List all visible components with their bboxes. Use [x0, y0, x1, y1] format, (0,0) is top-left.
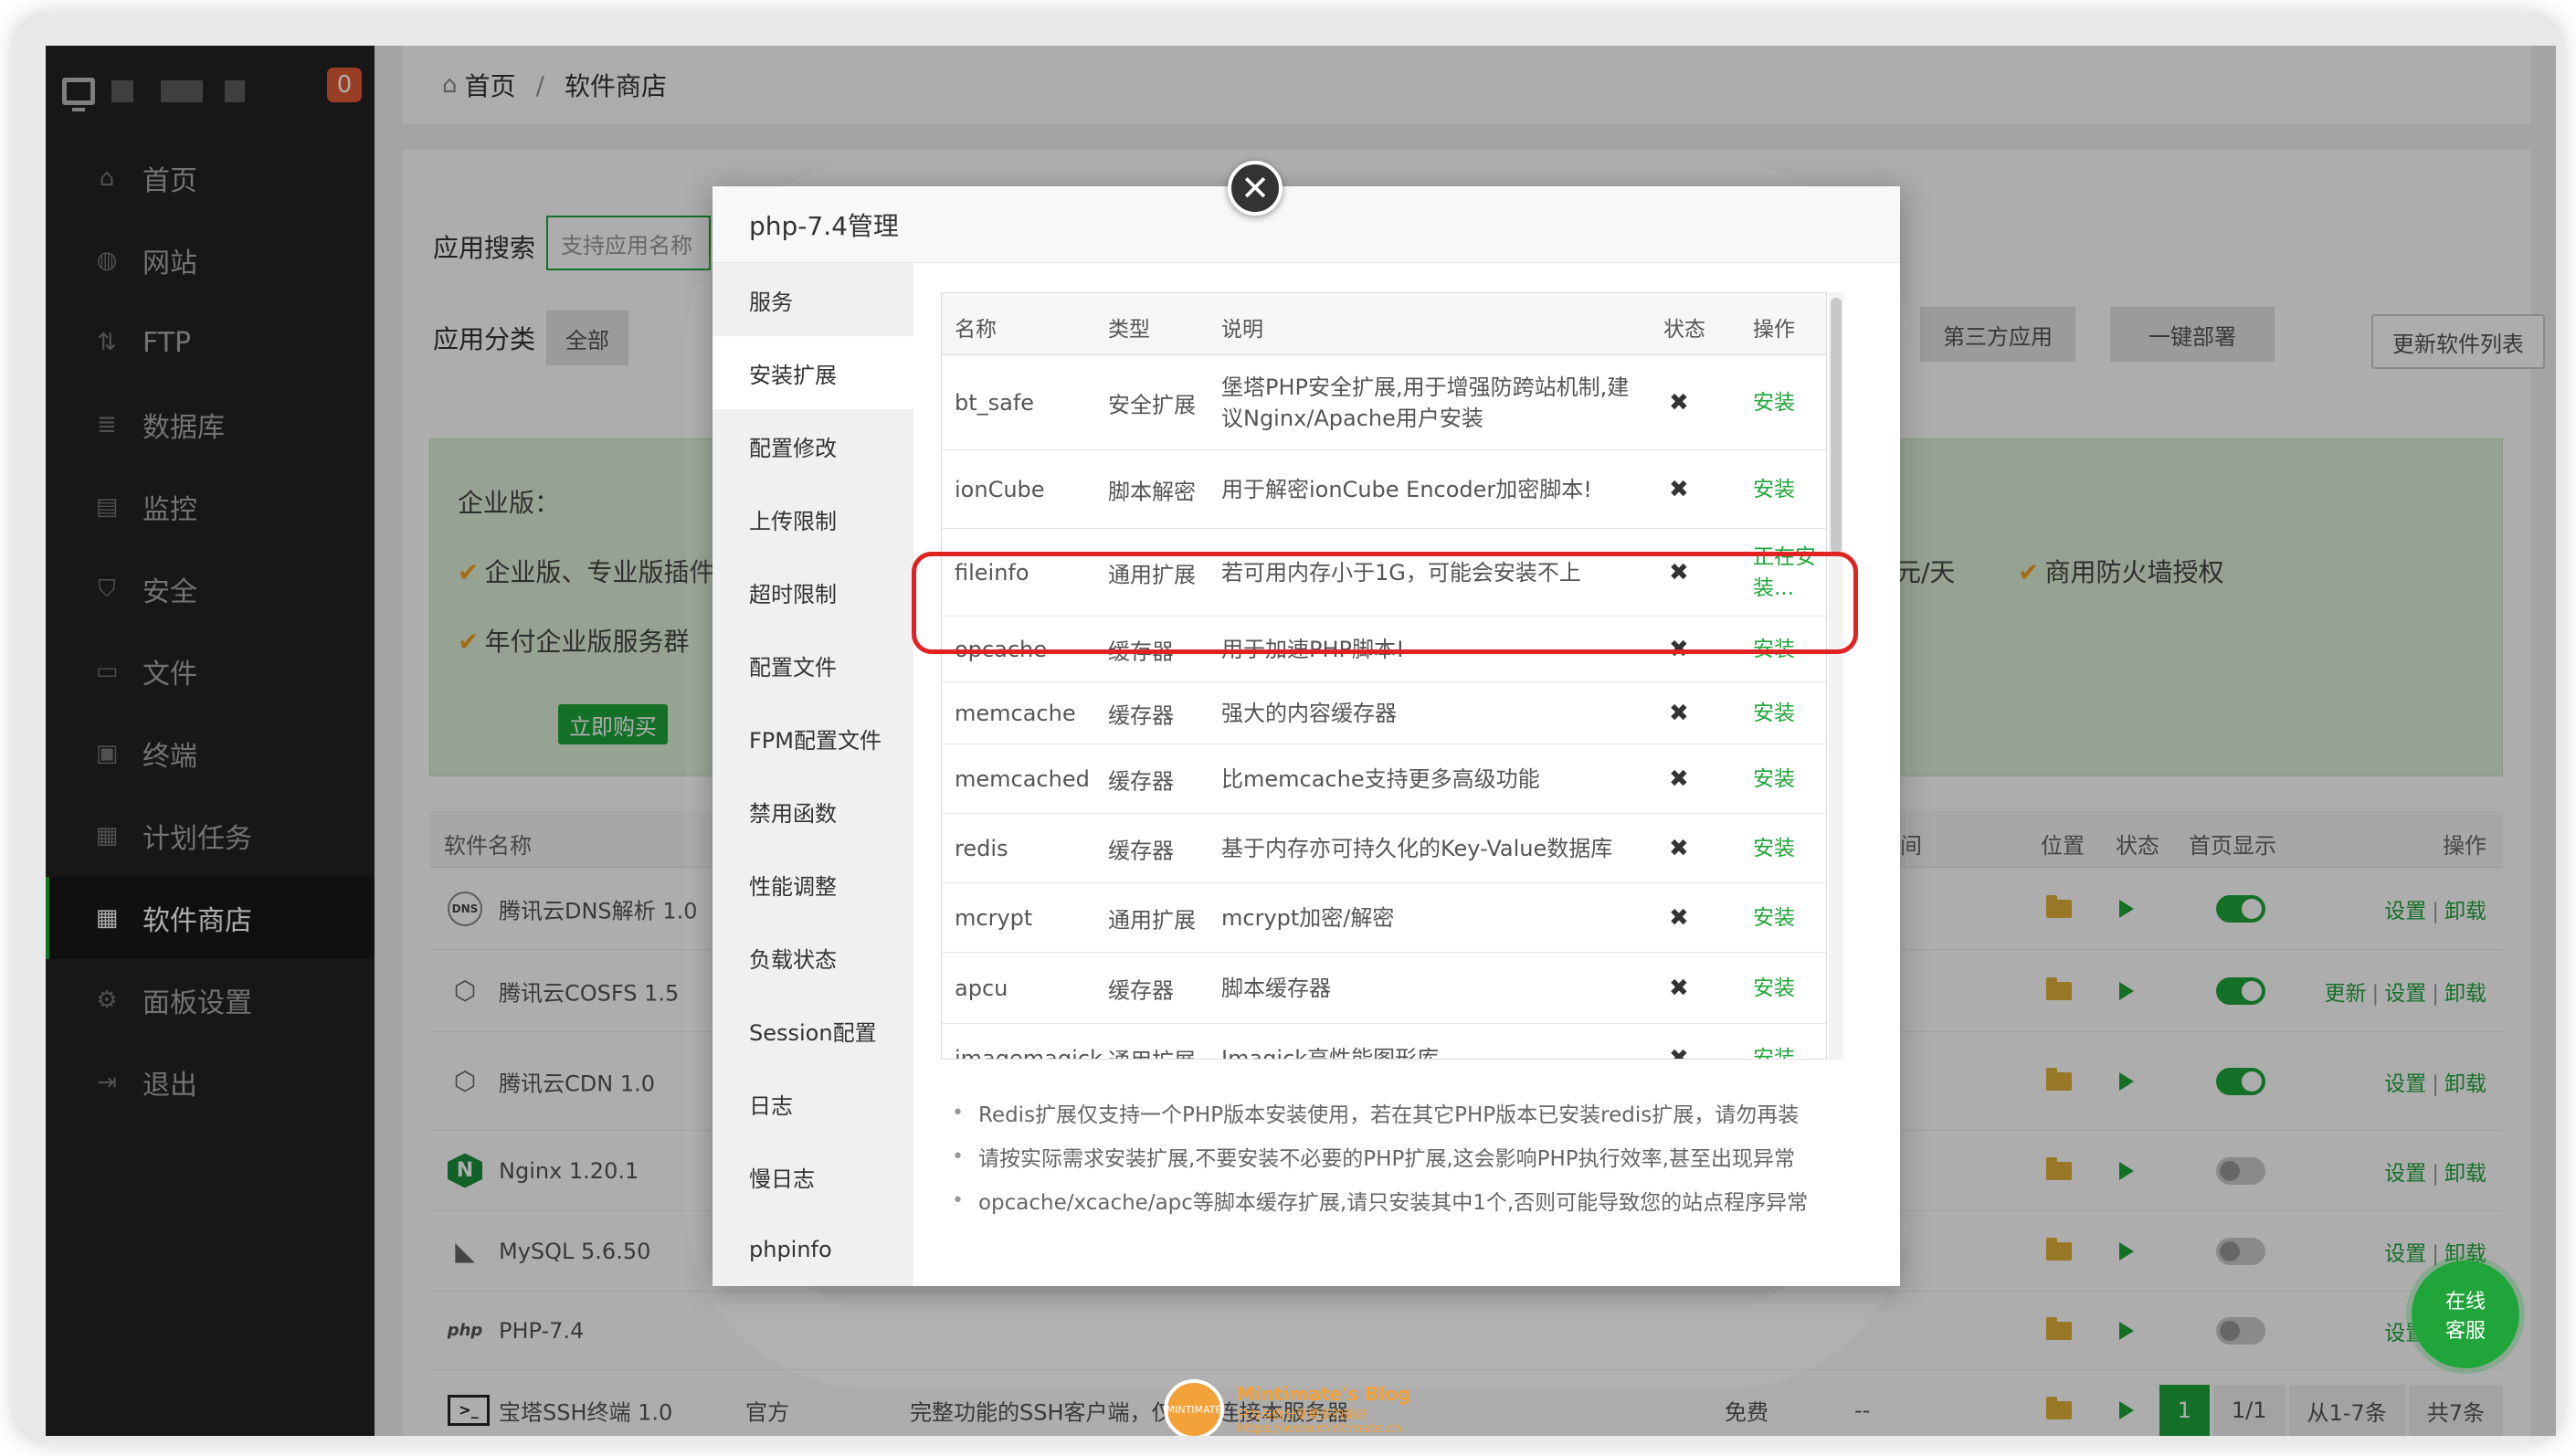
extension-name: memcached [955, 765, 1090, 792]
not-installed-icon: ✖ [1669, 903, 1689, 932]
extension-name: imagemagick [955, 1045, 1103, 1060]
modal-tab[interactable]: 日志 [713, 1067, 913, 1140]
ext-col-status: 状态 [1663, 318, 1705, 342]
install-link[interactable]: 安装 [1753, 1043, 1821, 1060]
modal-tab[interactable]: phpinfo [713, 1213, 913, 1286]
extension-row: ionCube 脚本解密 用于解密ionCube Encoder加密脚本! ✖ 安装 [942, 450, 1826, 529]
extension-name: mcrypt [955, 904, 1033, 931]
device-frame: 0 ⌂ 首页 ◍ 网站 ⇅ FTP ≣ 数据库 ▤ 监控 ⛉ 安全 ▭ 文件 ▣ 终端 ▦ 计划任务 ▦ 软件商店 ⚙ 面… [13, 13, 2563, 1443]
extensions-table-header: 名称 类型 说明 状态 操作 [942, 293, 1826, 355]
note-item: opcache/xcache/apc等脚本缓存扩展,请只安装其中1个,否则可能导… [952, 1178, 1865, 1222]
not-installed-icon: ✖ [1669, 1044, 1689, 1060]
not-installed-icon: ✖ [1669, 699, 1689, 727]
chat-line-2: 客服 [2444, 1320, 2486, 1343]
ext-col-desc: 说明 [1221, 318, 1263, 342]
extension-desc: 比memcache支持更多高级功能 [1221, 765, 1540, 792]
modal-tab[interactable]: 禁用函数 [713, 775, 913, 848]
install-link[interactable]: 安装 [1753, 698, 1821, 729]
chat-line-1: 在线 [2444, 1291, 2486, 1314]
blog-name: Mintimate's Blog [1237, 1383, 1411, 1405]
modal-tab[interactable]: 负载状态 [713, 921, 913, 994]
modal-tab[interactable]: 配置修改 [713, 409, 913, 482]
extension-name: apcu [955, 975, 1008, 1001]
panel-screen: 0 ⌂ 首页 ◍ 网站 ⇅ FTP ≣ 数据库 ▤ 监控 ⛉ 安全 ▭ 文件 ▣ 终端 ▦ 计划任务 ▦ 软件商店 ⚙ 面… [46, 46, 2556, 1436]
extension-type: 通用扩展 [1108, 1042, 1196, 1059]
not-installed-icon: ✖ [1669, 388, 1689, 417]
modal-tab[interactable]: 超时限制 [713, 555, 913, 628]
modal-tab[interactable]: 配置文件 [713, 628, 913, 702]
install-link[interactable]: 安装 [1753, 474, 1821, 505]
blog-watermark: MINTIMATE Mintimate's Blog 只为与你分享更多的美好 h… [1164, 1379, 1502, 1436]
extension-desc: 堡塔PHP安全扩展,用于增强防跨站机制,建议Nginx/Apache用户安装 [1221, 374, 1630, 431]
install-link[interactable]: 安装 [1753, 387, 1821, 418]
extension-row: bt_safe 安全扩展 堡塔PHP安全扩展,用于增强防跨站机制,建议Nginx/A… [942, 355, 1826, 450]
extension-desc: 基于内存亦可持久化的Key-Value数据库 [1221, 835, 1613, 861]
modal-tab[interactable]: FPM配置文件 [713, 702, 913, 775]
extensions-scrollbar[interactable] [1829, 292, 1843, 1060]
extension-row: apcu 缓存器 脚本缓存器 ✖ 安装 [942, 953, 1826, 1024]
extension-row: memcache 缓存器 强大的内容缓存器 ✖ 安装 [942, 682, 1826, 744]
extension-desc: 用于解密ionCube Encoder加密脚本! [1221, 476, 1592, 502]
modal-title: php-7.4管理 [713, 186, 1900, 263]
blog-url: https://www.mintimate.cn [1237, 1421, 1402, 1436]
modal-tab[interactable]: Session配置 [713, 994, 913, 1067]
ext-col-action: 操作 [1753, 318, 1795, 342]
extensions-table-body: bt_safe 安全扩展 堡塔PHP安全扩展,用于增强防跨站机制,建议Nginx/A… [942, 355, 1826, 1060]
modal-tab-list: 服务 安装扩展 配置修改 上传限制 超时限制 配置文件 FPM配置文件 禁用函数 性能调整 负载状… [713, 263, 913, 1286]
blog-tagline: 只为与你分享更多的美好 [1237, 1409, 1368, 1422]
modal-tab[interactable]: 慢日志 [713, 1140, 913, 1213]
extension-name: bt_safe [955, 389, 1035, 416]
modal-tab[interactable]: 上传限制 [713, 482, 913, 555]
extension-type: 安全扩展 [1108, 392, 1196, 417]
extension-desc: Imagick高性能图形库 [1221, 1045, 1440, 1060]
extension-type: 缓存器 [1108, 977, 1174, 1003]
install-link[interactable]: 安装 [1753, 902, 1821, 934]
extension-row: imagemagick 通用扩展 Imagick高性能图形库 ✖ 安装 [942, 1024, 1826, 1060]
blog-logo: MINTIMATE [1164, 1379, 1224, 1436]
extension-type: 缓存器 [1108, 838, 1174, 863]
modal-tab[interactable]: 服务 [713, 263, 913, 336]
extension-row: redis 缓存器 基于内存亦可持久化的Key-Value数据库 ✖ 安装 [942, 814, 1826, 883]
extension-desc: 脚本缓存器 [1221, 975, 1331, 1001]
close-icon: ✕ [1240, 168, 1270, 208]
modal-tab[interactable]: 性能调整 [713, 848, 913, 921]
not-installed-icon: ✖ [1669, 765, 1689, 793]
extension-type: 缓存器 [1108, 768, 1174, 794]
extension-name: ionCube [955, 476, 1045, 502]
ext-col-name: 名称 [955, 318, 997, 342]
extension-type: 缓存器 [1108, 702, 1174, 728]
php-manage-modal: php-7.4管理 服务 安装扩展 配置修改 上传限制 超时限制 配置文件 FPM配置文件禁… [713, 186, 1900, 1286]
extension-desc: 强大的内容缓存器 [1221, 700, 1397, 726]
extension-row: mcrypt 通用扩展 mcrypt加密/解密 ✖ 安装 [942, 883, 1826, 953]
extensions-table: 名称 类型 说明 状态 操作 bt_safe 安全扩展 堡塔PHP安全扩展,用于增强… [941, 292, 1827, 1060]
highlight-annotation [912, 552, 1858, 654]
extension-name: memcache [955, 700, 1076, 726]
scrollbar-thumb[interactable] [1831, 298, 1842, 554]
not-installed-icon: ✖ [1669, 834, 1689, 862]
extension-name: redis [955, 835, 1008, 861]
not-installed-icon: ✖ [1669, 974, 1689, 1002]
modal-tab[interactable]: 安装扩展 [713, 336, 913, 409]
online-support-button[interactable]: 在线 客服 [2412, 1261, 2519, 1368]
note-item: Redis扩展仅支持一个PHP版本安装使用，若在其它PHP版本已安装redis扩… [952, 1091, 1865, 1134]
note-item: 请按实际需求安装扩展,不要安装不必要的PHP扩展,这会影响PHP执行效率,甚至出… [952, 1134, 1865, 1178]
install-link[interactable]: 安装 [1753, 764, 1821, 795]
extension-type: 脚本解密 [1108, 479, 1196, 504]
not-installed-icon: ✖ [1669, 475, 1689, 503]
install-link[interactable]: 安装 [1753, 833, 1821, 864]
extension-row: memcached 缓存器 比memcache支持更多高级功能 ✖ 安装 [942, 744, 1826, 814]
ext-col-type: 类型 [1108, 318, 1150, 342]
modal-close-button[interactable]: ✕ [1228, 161, 1283, 216]
install-link[interactable]: 安装 [1753, 973, 1821, 1004]
extension-desc: mcrypt加密/解密 [1221, 904, 1395, 931]
extension-type: 通用扩展 [1108, 907, 1196, 933]
extension-notes: Redis扩展仅支持一个PHP版本安装使用，若在其它PHP版本已安装redis扩… [952, 1091, 1865, 1222]
